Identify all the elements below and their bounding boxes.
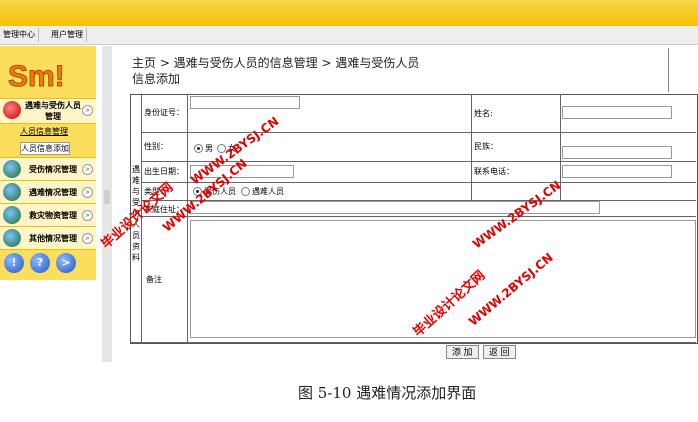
logo-text: Sm! [8, 60, 65, 92]
id-label: 身份证号： [144, 108, 184, 117]
name-label: 姓名: [474, 109, 493, 118]
tab-management-center[interactable]: 管理中心 [0, 28, 39, 42]
grid-line [130, 342, 696, 343]
grid-line [141, 216, 696, 217]
chevron-right-icon[interactable]: > [82, 233, 93, 244]
remark-label: 备注 [146, 275, 162, 284]
sidebar-group-supplies[interactable]: 救灾物资管理 > [0, 203, 96, 227]
grid-line [141, 132, 696, 133]
sidebar-group-label: 遇难与受伤人员管理 [25, 101, 81, 121]
breadcrumb: 主页 > 遇难与受伤人员的信息管理 > 遇难与受伤人员 信息添加 [132, 55, 442, 87]
next-button[interactable]: > [56, 253, 76, 273]
sm-logo: Sm! [8, 60, 66, 93]
add-button[interactable]: 添 加 [446, 345, 479, 359]
tab-user-management[interactable]: 用户管理 [48, 28, 87, 42]
help-button[interactable]: ? [30, 253, 50, 273]
type-victim-radio[interactable] [241, 187, 250, 196]
chevron-right-icon[interactable]: > [82, 210, 93, 221]
phone-input[interactable] [562, 165, 672, 178]
gender-label: 性别： [144, 142, 168, 151]
type-victim-label: 遇难人员 [252, 187, 284, 196]
globe-icon [3, 160, 21, 178]
header-divider [668, 48, 669, 92]
birth-label: 出生日期： [144, 167, 184, 176]
frame-splitter[interactable] [102, 46, 112, 362]
sidebar-group-label: 遇难情况管理 [29, 187, 77, 197]
ethnic-input[interactable] [562, 146, 672, 159]
back-button[interactable]: 返 回 [483, 345, 516, 359]
breadcrumb-line: 主页 > 遇难与受伤人员的信息管理 > 遇难与受伤人员 [132, 56, 420, 70]
sidebar-link-person-info-add[interactable]: 人员信息添加 [20, 142, 70, 155]
grid-line [471, 94, 472, 200]
gender-male-radio[interactable] [194, 144, 203, 153]
globe-icon [3, 229, 21, 247]
globe-icon [3, 183, 21, 201]
sidebar-group-label: 救灾物资管理 [29, 210, 77, 220]
gender-male-label: 男 [205, 144, 213, 153]
chevron-right-icon[interactable]: > [82, 187, 93, 198]
sidebar-group-label: 受伤情况管理 [29, 164, 77, 174]
splitter-handle[interactable] [104, 190, 110, 204]
phone-label: 联系电话： [474, 167, 514, 176]
globe-icon [3, 206, 21, 224]
nav-bar: 管理中心 用户管理 [0, 26, 698, 45]
ethnic-label: 民族： [474, 142, 498, 151]
name-input[interactable] [562, 106, 672, 119]
id-number-input[interactable] [190, 96, 300, 109]
breadcrumb-line: 信息添加 [132, 72, 181, 86]
sidebar-group-death[interactable]: 遇难情况管理 > [0, 180, 96, 204]
figure-caption: 图 5-10 遇难情况添加界面 [298, 384, 477, 402]
chevron-right-icon[interactable]: > [82, 105, 93, 116]
info-button[interactable]: ! [4, 253, 24, 273]
sidebar-link-person-info-manage[interactable]: 人员信息管理 [20, 126, 68, 137]
people-icon [3, 101, 21, 119]
remark-textarea[interactable] [190, 220, 696, 338]
sidebar-group-label: 其他情况管理 [29, 233, 77, 243]
sidebar-group-victims[interactable]: 遇难与受伤人员管理 > [0, 98, 96, 124]
sidebar-group-injury[interactable]: 受伤情况管理 > [0, 157, 96, 181]
top-banner [0, 0, 698, 26]
sidebar-group-other[interactable]: 其他情况管理 > [0, 226, 96, 250]
chevron-right-icon[interactable]: > [82, 164, 93, 175]
